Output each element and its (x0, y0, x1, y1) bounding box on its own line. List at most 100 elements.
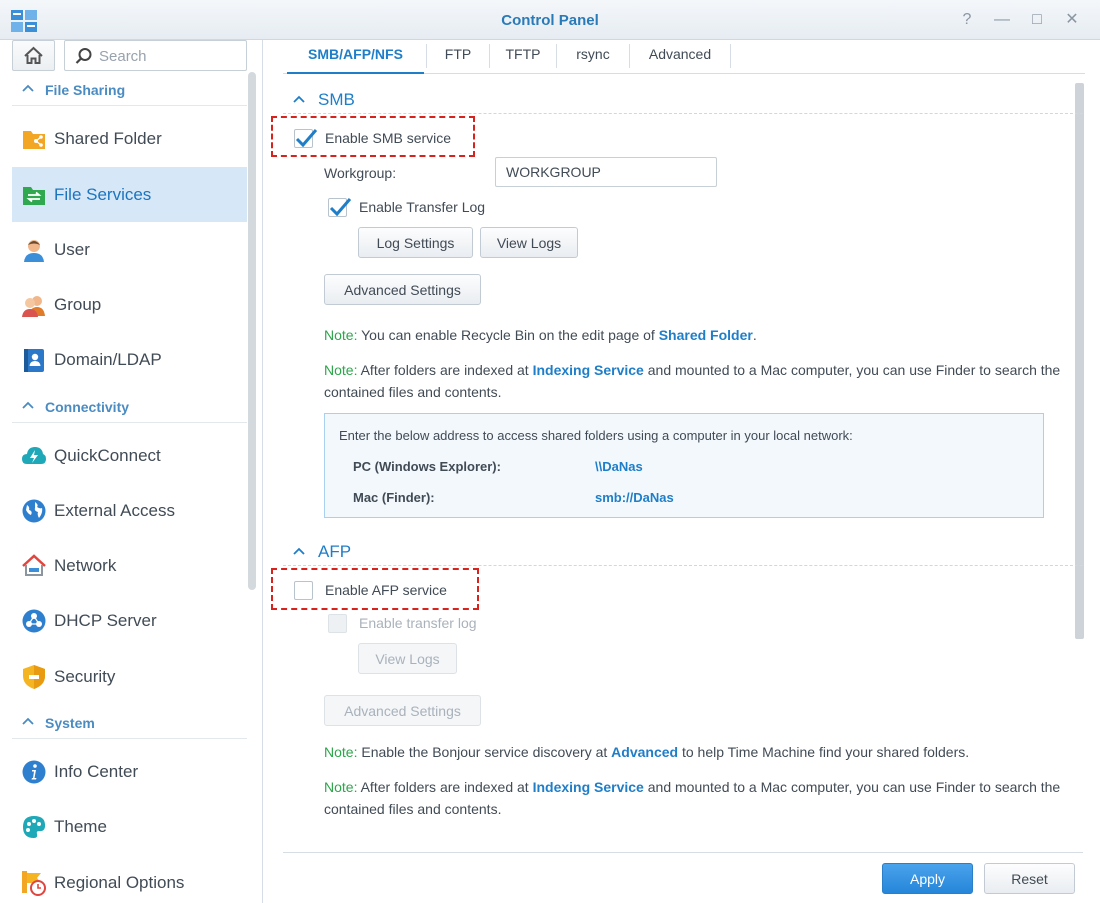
footer-divider (283, 852, 1083, 853)
note-lead: Note: (324, 779, 358, 795)
chevron-up-icon (293, 95, 305, 103)
sidebar-item-label: Regional Options (54, 873, 185, 892)
view-logs-button[interactable]: View Logs (480, 227, 578, 258)
sidebar-item-label: External Access (54, 501, 175, 520)
indexing-service-link[interactable]: Indexing Service (533, 362, 644, 378)
search-box[interactable] (64, 40, 247, 71)
sidebar-item-label: Shared Folder (54, 129, 162, 148)
group-label: File Sharing (45, 82, 126, 98)
sidebar-item-label: Group (54, 295, 102, 314)
note-lead: Note: (324, 744, 358, 760)
sidebar-item-user[interactable]: User (12, 222, 247, 277)
advanced-link[interactable]: Advanced (611, 744, 678, 760)
sidebar-item-group[interactable]: Group (12, 277, 247, 332)
enable-transfer-log-checkbox[interactable] (328, 198, 352, 217)
group-header-system[interactable]: System (12, 709, 247, 739)
group-header-file-sharing[interactable]: File Sharing (12, 76, 247, 106)
regional-options-icon (22, 871, 46, 896)
mac-address-value: smb://DaNas (595, 490, 674, 505)
note-text: Enable the Bonjour service discovery at (357, 744, 612, 760)
dhcp-server-icon (22, 609, 46, 633)
minimize-icon[interactable]: — (992, 10, 1012, 30)
sidebar-scrollbar[interactable] (248, 72, 256, 590)
tab-ftp[interactable]: FTP (427, 40, 489, 74)
indexing-service-link[interactable]: Indexing Service (533, 779, 644, 795)
sidebar-item-network[interactable]: Network (12, 538, 247, 593)
section-title: SMB (318, 90, 355, 109)
tab-rsync[interactable]: rsync (557, 40, 629, 74)
sidebar-item-shared-folder[interactable]: Shared Folder (12, 111, 247, 166)
chevron-up-icon (293, 547, 305, 555)
pc-address-label: PC (Windows Explorer): (353, 459, 501, 474)
search-input[interactable] (99, 46, 239, 66)
note-lead: Note: (324, 362, 358, 378)
sidebar-item-label: DHCP Server (54, 611, 157, 630)
sidebar-item-label: Info Center (54, 762, 139, 781)
maximize-icon[interactable]: □ (1027, 10, 1047, 30)
tab-advanced[interactable]: Advanced (630, 40, 730, 74)
workgroup-label: Workgroup: (324, 165, 397, 181)
quickconnect-icon (22, 447, 46, 464)
afp-view-logs-button[interactable]: View Logs (358, 643, 457, 674)
domain-ldap-icon (24, 349, 44, 372)
afp-advanced-settings-button[interactable]: Advanced Settings (324, 695, 481, 726)
section-header-smb[interactable]: SMB (283, 84, 1083, 114)
note-text: You can enable Recycle Bin on the edit p… (357, 327, 659, 343)
sidebar-item-security[interactable]: Security (12, 649, 247, 704)
sidebar-item-label: User (54, 240, 90, 259)
sidebar-item-domain-ldap[interactable]: Domain/LDAP (12, 332, 247, 387)
chevron-up-icon (22, 717, 34, 725)
sidebar-item-external-access[interactable]: External Access (12, 483, 247, 538)
reset-button[interactable]: Reset (984, 863, 1075, 894)
home-icon (24, 46, 43, 64)
note-text: After folders are indexed at (357, 362, 533, 378)
enable-afp-label[interactable]: Enable AFP service (325, 582, 447, 598)
afp-transfer-log-checkbox[interactable] (328, 614, 347, 633)
smb-note-indexing: Note: After folders are indexed at Index… (324, 359, 1064, 403)
help-icon[interactable]: ? (957, 10, 977, 30)
enable-afp-checkbox[interactable] (294, 581, 313, 600)
user-icon (24, 240, 44, 262)
note-lead: Note: (324, 327, 358, 343)
sidebar-item-info-center[interactable]: Info Center (12, 744, 247, 799)
title-bar: Control Panel ? — □ ✕ (0, 0, 1100, 40)
apply-button[interactable]: Apply (882, 863, 973, 894)
theme-icon (23, 816, 46, 838)
sidebar-item-label: Domain/LDAP (54, 350, 162, 369)
sidebar-item-quickconnect[interactable]: QuickConnect (12, 428, 247, 483)
afp-transfer-log-label: Enable transfer log (359, 615, 477, 631)
group-label: Connectivity (45, 399, 130, 415)
enable-smb-checkbox[interactable] (294, 129, 318, 148)
smb-note-recycle-bin: Note: You can enable Recycle Bin on the … (324, 324, 1064, 346)
shield-icon (23, 665, 45, 689)
home-button[interactable] (12, 40, 55, 71)
info-intro: Enter the below address to access shared… (339, 428, 853, 443)
smb-advanced-settings-button[interactable]: Advanced Settings (324, 274, 481, 305)
note-tail: . (752, 327, 757, 343)
section-title: AFP (318, 542, 352, 561)
sidebar: File Sharing Shared Folder File Services… (0, 40, 263, 903)
group-icon (22, 296, 45, 317)
tab-divider (730, 44, 731, 68)
sidebar-item-label: Security (54, 667, 116, 686)
shared-folder-link[interactable]: Shared Folder (659, 327, 753, 343)
tab-bar: SMB/AFP/NFS FTP TFTP rsync Advanced (283, 40, 1085, 74)
close-icon[interactable]: ✕ (1062, 10, 1082, 30)
sidebar-item-dhcp-server[interactable]: DHCP Server (12, 593, 247, 648)
sidebar-item-file-services[interactable]: File Services (12, 167, 247, 222)
section-header-afp[interactable]: AFP (283, 536, 1083, 566)
shared-folder-icon (23, 131, 45, 149)
enable-smb-label[interactable]: Enable SMB service (325, 130, 451, 146)
sidebar-item-theme[interactable]: Theme (12, 799, 247, 854)
log-settings-button[interactable]: Log Settings (358, 227, 473, 258)
tab-tftp[interactable]: TFTP (490, 40, 556, 74)
external-access-icon (22, 499, 46, 523)
workgroup-input[interactable] (495, 157, 717, 187)
enable-transfer-log-label[interactable]: Enable Transfer Log (359, 199, 485, 215)
sidebar-item-regional-options[interactable]: Regional Options (12, 855, 247, 903)
checkmark-icon (295, 129, 318, 148)
chevron-up-icon (22, 84, 34, 92)
tab-smb-afp-nfs[interactable]: SMB/AFP/NFS (287, 40, 424, 74)
group-header-connectivity[interactable]: Connectivity (12, 393, 247, 423)
window-title: Control Panel (501, 12, 599, 29)
